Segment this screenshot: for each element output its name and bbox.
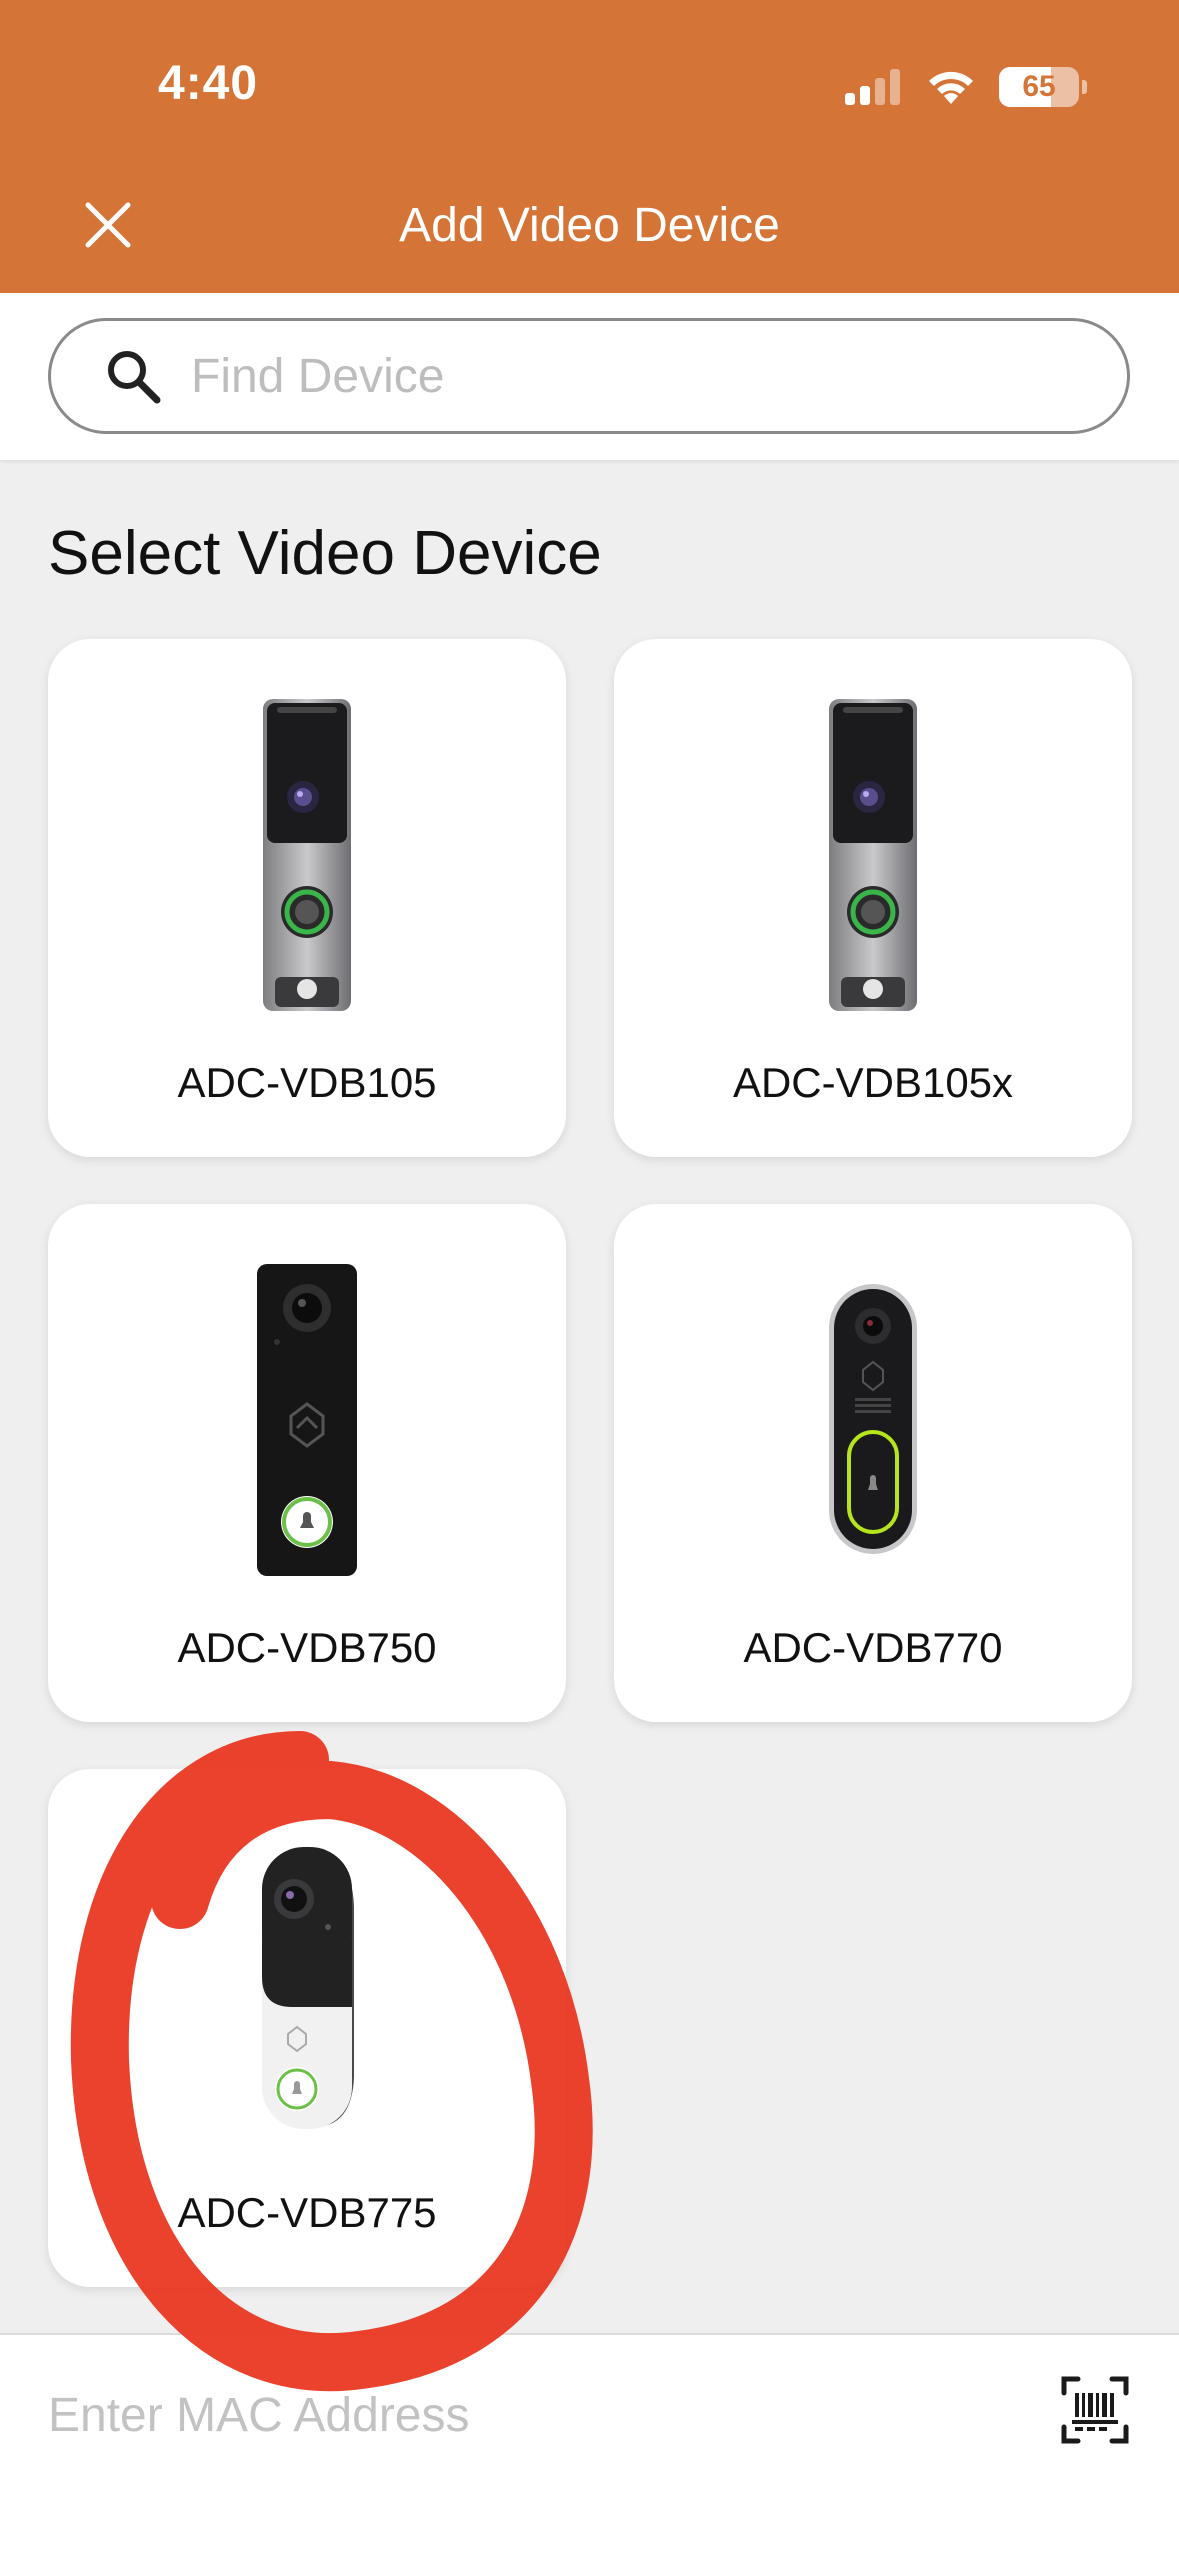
device-card-vdb105x[interactable]: ADC-VDB105x (614, 639, 1132, 1157)
doorbell-vdb750-image (257, 1264, 357, 1576)
device-label: ADC-VDB770 (743, 1624, 1003, 1671)
header-bar: 4:40 65 Add Video Device (0, 0, 1179, 293)
status-time: 4:40 (158, 57, 259, 110)
battery-level: 65 (1022, 70, 1056, 103)
battery-indicator: 65 (999, 67, 1087, 107)
doorbell-vdb105x-image (829, 699, 917, 1011)
mac-address-input[interactable] (48, 2375, 998, 2455)
device-label: ADC-VDB105 (177, 1059, 437, 1106)
cellular-signal-icon (845, 69, 900, 105)
search-bar (0, 293, 1179, 460)
section-title: Select Video Device (48, 519, 602, 588)
device-label: ADC-VDB750 (177, 1624, 437, 1671)
search-field[interactable] (48, 318, 1130, 434)
device-card-vdb105[interactable]: ADC-VDB105 (48, 639, 566, 1157)
device-card-vdb775[interactable]: ADC-VDB775 (48, 1769, 566, 2287)
device-card-vdb750[interactable]: ADC-VDB750 (48, 1204, 566, 1722)
device-card-vdb770[interactable]: ADC-VDB770 (614, 1204, 1132, 1722)
status-icons: 65 (845, 62, 1087, 112)
device-label: ADC-VDB105x (732, 1059, 1014, 1106)
wifi-icon (929, 71, 973, 104)
search-input[interactable] (191, 348, 1071, 404)
doorbell-vdb770-image (829, 1284, 917, 1554)
mac-address-bar (0, 2333, 1179, 2556)
doorbell-vdb775-image (262, 1847, 354, 2129)
doorbell-vdb105-image (263, 699, 351, 1011)
barcode-scan-icon[interactable] (1060, 2375, 1130, 2445)
page-title: Add Video Device (399, 199, 780, 252)
device-label: ADC-VDB775 (177, 2189, 437, 2236)
search-icon (108, 351, 161, 404)
